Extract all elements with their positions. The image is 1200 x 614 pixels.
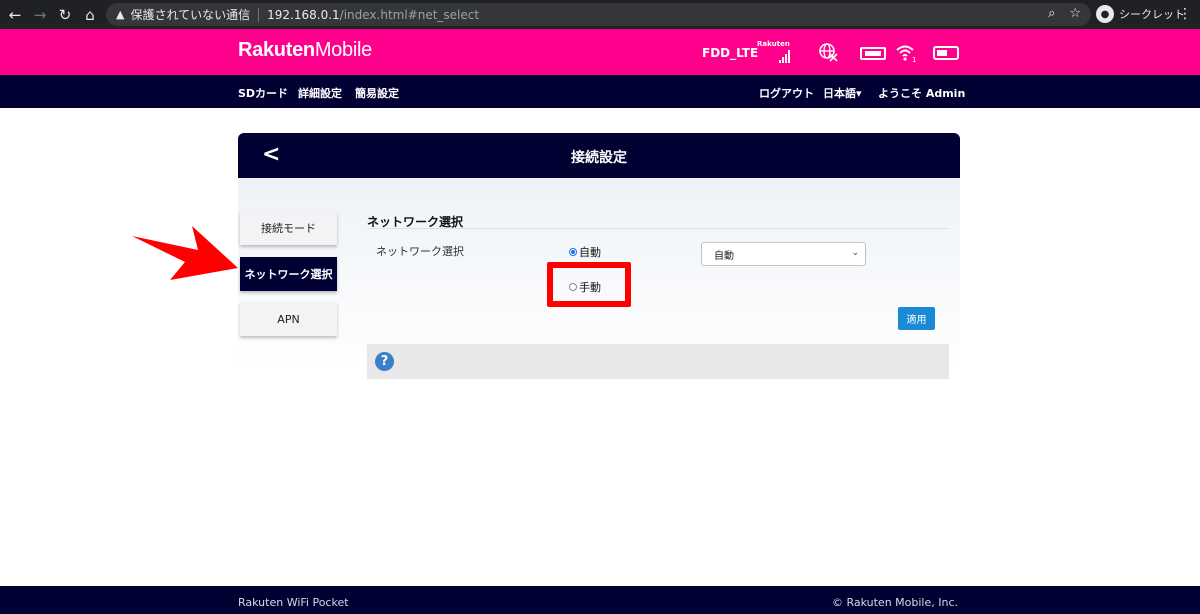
- incognito-label: シークレット: [1119, 8, 1185, 21]
- back-icon[interactable]: ←: [2, 0, 28, 29]
- reload-icon[interactable]: ↻: [52, 0, 78, 29]
- wifi-icon: 1: [896, 43, 918, 64]
- app-header: RakutenMobile FDD_LTE Rakuten 1: [0, 29, 1200, 75]
- help-panel: ?: [367, 344, 949, 379]
- chevron-down-icon: ⌄: [851, 248, 859, 258]
- highlight-box-annotation: [547, 262, 631, 307]
- battery-icon: [933, 46, 959, 60]
- settings-card-header: < 接続設定: [238, 133, 960, 178]
- bookmark-star-icon[interactable]: ☆: [1069, 6, 1081, 21]
- warning-icon: ▲: [116, 8, 125, 21]
- carrier-name: Rakuten: [757, 40, 790, 48]
- home-icon[interactable]: ⌂: [77, 0, 103, 29]
- sidebar-item-apn[interactable]: APN: [240, 302, 337, 336]
- browser-toolbar: ← → ↻ ⌂ ▲ 保護されていない通信 192.168.0.1 /index.…: [0, 0, 1200, 29]
- page-title: 接続設定: [571, 150, 627, 166]
- url-host: 192.168.0.1: [267, 7, 340, 22]
- sidebar-item-connection-mode[interactable]: 接続モード: [240, 211, 337, 245]
- network-type: FDD_LTE: [702, 46, 759, 60]
- logo-text-light: Mobile: [314, 39, 372, 61]
- logout-link[interactable]: ログアウト: [759, 85, 814, 101]
- divider: [258, 7, 260, 22]
- nav-advanced-settings[interactable]: 詳細設定: [298, 85, 342, 101]
- help-icon[interactable]: ?: [375, 352, 394, 371]
- apply-button[interactable]: 適用: [898, 307, 935, 330]
- incognito-indicator[interactable]: ● シークレット: [1096, 5, 1185, 23]
- logo-text-bold: Rakuten: [238, 39, 315, 61]
- select-value: 自動: [714, 250, 734, 262]
- radio-auto[interactable]: 自動: [569, 244, 601, 260]
- nav-sd-card[interactable]: SDカード: [238, 85, 288, 101]
- arrow-annotation-icon: [132, 226, 238, 280]
- browser-menu-icon[interactable]: ⋮: [1178, 6, 1192, 22]
- radio-auto-label: 自動: [579, 246, 601, 259]
- language-select[interactable]: 日本語▾: [823, 85, 862, 101]
- sim-card-icon: [860, 47, 886, 60]
- security-status: 保護されていない通信: [130, 8, 251, 22]
- url-path: /index.html#net_select: [339, 7, 480, 22]
- page-footer: Rakuten WiFi Pocket © Rakuten Mobile, In…: [0, 586, 1200, 614]
- svg-text:1: 1: [912, 56, 916, 63]
- zoom-icon[interactable]: ⌕: [1048, 6, 1055, 21]
- product-name: Rakuten WiFi Pocket: [238, 596, 349, 609]
- copyright: © Rakuten Mobile, Inc.: [831, 596, 958, 609]
- address-bar[interactable]: ▲ 保護されていない通信 192.168.0.1 /index.html#net…: [106, 3, 1091, 26]
- main-navbar: SDカード 詳細設定 簡易設定 ログアウト 日本語▾ ようこそ Admin: [0, 75, 1200, 108]
- incognito-icon: ●: [1096, 5, 1114, 23]
- nav-quick-settings[interactable]: 簡易設定: [355, 85, 399, 101]
- roaming-globe-icon: [818, 42, 838, 62]
- signal-strength-icon: [779, 49, 790, 63]
- network-mode-select[interactable]: 自動 ⌄: [701, 242, 866, 266]
- section-divider: [367, 228, 948, 229]
- network-select-label: ネットワーク選択: [376, 245, 464, 258]
- sidebar-item-network-select[interactable]: ネットワーク選択: [240, 257, 337, 291]
- forward-icon[interactable]: →: [27, 0, 53, 29]
- radio-auto-dot[interactable]: [569, 248, 577, 256]
- welcome-text: ようこそ Admin: [878, 87, 966, 100]
- rakuten-mobile-logo[interactable]: RakutenMobile: [238, 39, 372, 62]
